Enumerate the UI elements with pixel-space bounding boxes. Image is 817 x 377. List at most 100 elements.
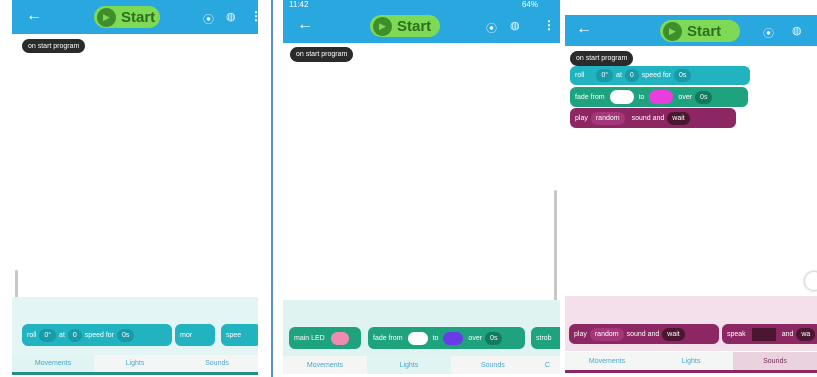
wait-toggle[interactable]: wait — [667, 111, 690, 125]
status-time: 11:42 — [289, 0, 309, 9]
fade-from-label: fade from — [373, 334, 403, 342]
color-swatch[interactable] — [609, 90, 634, 104]
color-swatch[interactable] — [649, 90, 674, 104]
roll-block[interactable]: roll 0° at 0 speed for 0s — [570, 66, 750, 85]
fade-block[interactable]: fade from to over 0s — [368, 327, 525, 349]
over-label: over — [678, 93, 693, 101]
speed-input[interactable]: 0 — [67, 328, 82, 342]
on-start-program-block[interactable]: on start program — [290, 47, 354, 62]
angle-input[interactable]: 0° — [596, 69, 614, 82]
at-label: at — [59, 331, 65, 339]
on-start-label: on start program — [28, 42, 80, 50]
speed-input[interactable]: 0 — [624, 69, 639, 82]
on-start-label: on start program — [296, 51, 348, 58]
start-button[interactable]: ▶ Start — [660, 20, 740, 42]
start-label: Start — [397, 17, 432, 35]
wait-toggle[interactable]: wa — [796, 327, 816, 341]
tab-sounds[interactable]: Sounds — [450, 356, 535, 374]
status-battery: 64% — [521, 0, 538, 9]
start-button[interactable]: ▶ Start — [94, 6, 160, 28]
screenshot-panel-lights: 11:42 64% ← ▶ Start ⦿ ◍ ⋮ on start progr… — [283, 0, 560, 377]
start-label: Start — [687, 22, 722, 40]
tab-movements[interactable]: Movements — [12, 355, 94, 372]
speed-for-label: speed for — [84, 331, 114, 339]
more-icon[interactable]: ⋮ — [543, 18, 555, 32]
start-button[interactable]: ▶ Start — [370, 15, 440, 37]
bluetooth-rover-icon[interactable]: ⦿ — [486, 20, 497, 36]
on-start-label: on start program — [576, 55, 628, 62]
bluetooth-rover-icon[interactable]: ⦿ — [763, 25, 774, 41]
play-label: play — [574, 330, 587, 338]
sound-select[interactable]: random — [589, 327, 624, 341]
to-label: to — [432, 334, 439, 342]
play-icon: ▶ — [97, 7, 116, 27]
tab-underline — [12, 372, 258, 375]
more-icon[interactable]: ⋮ — [250, 9, 258, 23]
fade-from-label: fade from — [575, 93, 605, 101]
speak-label: speak — [727, 330, 746, 338]
screenshot-panel-movements: ← ▶ Start ⦿ ◍ ⋮ on start program roll 0°… — [12, 0, 258, 377]
partial-label: spee — [226, 331, 242, 339]
fade-block[interactable]: fade from to over 0s — [570, 87, 748, 107]
scroll-fab[interactable] — [805, 272, 817, 290]
play-sound-block[interactable]: play random sound and wait — [569, 324, 719, 344]
bluetooth-rover-icon[interactable]: ⦿ — [203, 11, 214, 27]
tab-sounds[interactable]: Sounds — [176, 355, 258, 372]
color-swatch[interactable] — [443, 331, 464, 345]
sphero-icon[interactable]: ◍ — [510, 19, 520, 32]
color-swatch[interactable] — [330, 331, 349, 345]
wait-toggle[interactable]: wait — [662, 327, 685, 341]
speak-text-input[interactable] — [751, 327, 776, 341]
partial-block[interactable]: mor — [175, 324, 215, 346]
vertical-scrollbar[interactable] — [554, 190, 557, 302]
over-label: over — [468, 334, 483, 342]
tab-underline — [565, 370, 817, 373]
play-label: play — [575, 114, 588, 122]
partial-block[interactable]: spee — [221, 324, 258, 346]
roll-label: roll — [575, 72, 585, 79]
sound-select[interactable]: random — [590, 111, 625, 125]
at-label: at — [616, 72, 622, 79]
speak-block[interactable]: speak and wa — [722, 324, 817, 344]
play-sound-block[interactable]: play random sound and wait — [570, 108, 736, 128]
category-tabs: Movements Lights Sounds — [12, 355, 258, 372]
back-arrow-icon[interactable]: ← — [297, 16, 313, 34]
duration-input[interactable]: 0s — [116, 328, 135, 342]
angle-input[interactable]: 0° — [39, 328, 57, 342]
start-label: Start — [121, 8, 156, 26]
main-led-block[interactable]: main LED — [289, 327, 361, 349]
sound-and-label: sound and — [626, 330, 660, 338]
duration-input[interactable]: 0s — [695, 90, 713, 104]
vertical-scrollbar[interactable] — [15, 270, 18, 298]
speed-for-label: speed for — [641, 72, 671, 79]
partial-block[interactable]: strob — [531, 327, 560, 349]
on-start-program-block[interactable]: on start program — [22, 39, 86, 53]
roll-block[interactable]: roll 0° at 0 speed for 0s — [22, 324, 172, 346]
main-led-label: main LED — [294, 334, 325, 342]
and-label: and — [781, 330, 794, 338]
tab-sounds[interactable]: Sounds — [733, 352, 817, 370]
back-arrow-icon[interactable]: ← — [576, 20, 592, 38]
category-tabs: Movements Lights Sounds C — [283, 356, 560, 374]
partial-label: mor — [180, 331, 193, 339]
to-label: to — [638, 93, 645, 101]
tab-more[interactable]: C — [534, 356, 560, 374]
sphero-icon[interactable]: ◍ — [792, 24, 802, 37]
tab-movements[interactable]: Movements — [283, 356, 367, 374]
tab-lights[interactable]: Lights — [649, 352, 733, 370]
tab-movements[interactable]: Movements — [565, 352, 649, 370]
category-tabs: Movements Lights Sounds — [565, 352, 817, 370]
screenshot-panel-sounds: ← ▶ Start ⦿ ◍ on start program roll 0° a… — [565, 0, 817, 377]
play-icon: ▶ — [373, 16, 392, 36]
color-swatch[interactable] — [407, 331, 428, 345]
duration-input[interactable]: 0s — [673, 69, 692, 82]
tab-lights[interactable]: Lights — [366, 356, 451, 374]
tab-lights[interactable]: Lights — [94, 355, 176, 372]
sphero-icon[interactable]: ◍ — [226, 10, 236, 23]
on-start-program-block[interactable]: on start program — [570, 51, 634, 66]
play-icon: ▶ — [663, 21, 682, 41]
duration-input[interactable]: 0s — [485, 331, 503, 345]
partial-label: strob — [536, 334, 552, 342]
back-arrow-icon[interactable]: ← — [26, 7, 42, 25]
status-bar: 11:42 64% — [283, 0, 560, 10]
